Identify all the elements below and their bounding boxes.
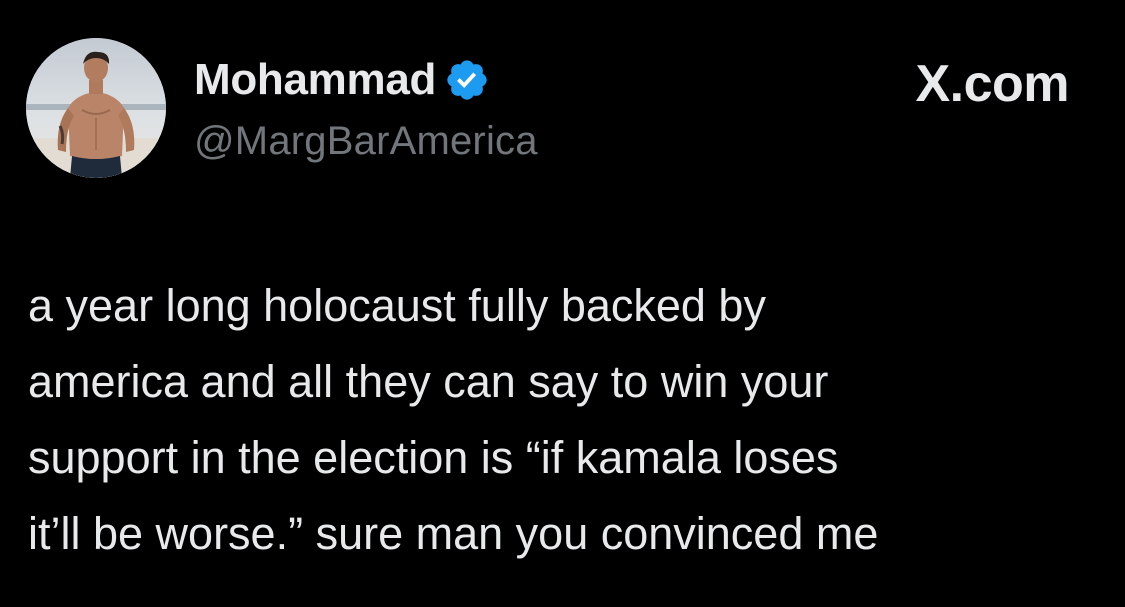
avatar-photo-icon (26, 38, 166, 178)
tweet-card: Mohammad @MargBarAmerica X.com a year lo… (0, 0, 1125, 607)
avatar[interactable] (26, 38, 166, 178)
verified-badge-icon (444, 57, 490, 103)
tweet-text-line: support in the election is “if kamala lo… (28, 432, 839, 483)
tweet-text: a year long holocaust fully backed by am… (28, 268, 1098, 572)
display-name-row[interactable]: Mohammad (194, 52, 490, 108)
user-handle[interactable]: @MargBarAmerica (194, 116, 538, 166)
tweet-text-line: america and all they can say to win your (28, 356, 829, 407)
display-name[interactable]: Mohammad (194, 52, 436, 108)
x-com-watermark: X.com (915, 55, 1069, 113)
tweet-text-line: it’ll be worse.” sure man you convinced … (28, 508, 879, 559)
tweet-text-line: a year long holocaust fully backed by (28, 280, 766, 331)
